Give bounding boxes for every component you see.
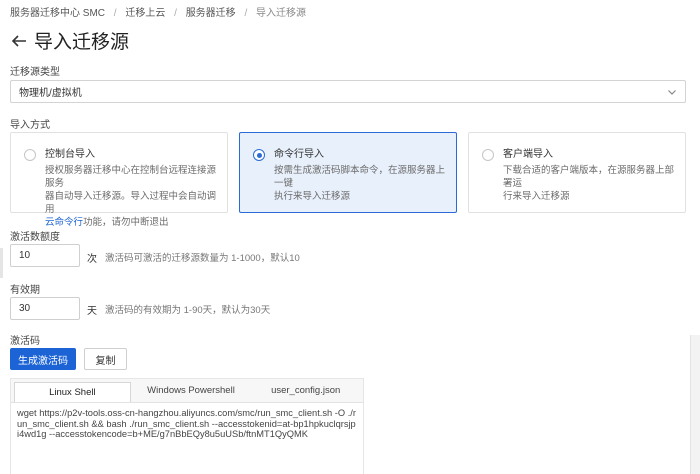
- validity-input[interactable]: [10, 297, 80, 320]
- chevron-down-icon: [667, 87, 677, 97]
- option-desc: 下载合适的客户端版本，在源服务器上部署运 行来导入迁移源: [503, 164, 675, 203]
- breadcrumb-separator: /: [113, 8, 117, 19]
- breadcrumb-separator: /: [244, 8, 248, 19]
- tab-linux-shell[interactable]: Linux Shell: [14, 382, 131, 402]
- command-text: wget https://p2v-tools.oss-cn-hangzhou.a…: [11, 403, 363, 474]
- tab-bar: Linux Shell Windows Powershell user_conf…: [11, 379, 363, 403]
- breadcrumb: 服务器迁移中心 SMC / 迁移上云 / 服务器迁移 / 导入迁移源: [10, 4, 306, 19]
- page-title: 导入迁移源: [34, 32, 130, 53]
- desc-line: 授权服务器迁移中心在控制台远程连接源服务: [45, 165, 217, 189]
- desc-line: 行来导入迁移源: [503, 191, 570, 202]
- breadcrumb-server-migration[interactable]: 服务器迁移: [186, 8, 236, 19]
- source-type-label: 迁移源类型: [10, 67, 60, 78]
- radio-client[interactable]: [482, 149, 494, 161]
- validity-label: 有效期: [10, 285, 40, 296]
- breadcrumb-separator: /: [174, 8, 177, 19]
- validity-unit: 天: [87, 306, 97, 317]
- generate-code-button[interactable]: 生成激活码: [10, 348, 76, 370]
- option-title: 客户端导入: [503, 149, 553, 160]
- radio-console[interactable]: [24, 149, 36, 161]
- quota-input[interactable]: [10, 244, 80, 267]
- radio-cli[interactable]: [253, 149, 265, 161]
- import-option-client[interactable]: 客户端导入 下载合适的客户端版本，在源服务器上部署运 行来导入迁移源: [468, 132, 686, 213]
- desc-line: 执行来导入迁移源: [274, 191, 351, 202]
- cloud-shell-link[interactable]: 云命令行: [45, 217, 83, 228]
- command-tabs: Linux Shell Windows Powershell user_conf…: [10, 378, 364, 474]
- breadcrumb-current: 导入迁移源: [256, 8, 307, 19]
- back-arrow-icon[interactable]: [10, 32, 28, 50]
- tab-user-config[interactable]: user_config.json: [248, 379, 363, 402]
- desc-line: 云命令行功能，请勿中断退出: [45, 216, 217, 229]
- breadcrumb-migrate-cloud[interactable]: 迁移上云: [125, 8, 165, 19]
- side-panel-handle[interactable]: [0, 248, 3, 278]
- quota-hint: 激活码可激活的迁移源数量为 1-1000，默认10: [105, 253, 300, 264]
- desc-line: 下载合适的客户端版本，在源服务器上部署运: [503, 165, 675, 189]
- option-title: 控制台导入: [45, 149, 95, 160]
- import-option-console[interactable]: 控制台导入 授权服务器迁移中心在控制台远程连接源服务 器自动导入迁移源。导入过程…: [10, 132, 228, 228]
- validity-hint: 激活码的有效期为 1-90天，默认为30天: [105, 305, 271, 316]
- option-desc: 授权服务器迁移中心在控制台远程连接源服务 器自动导入迁移源。导入过程中会自动调用…: [45, 164, 217, 229]
- desc-line-tail: 功能，请勿中断退出: [83, 217, 169, 228]
- quota-label: 激活数额度: [10, 232, 60, 243]
- option-title: 命令行导入: [274, 149, 324, 160]
- scrollbar[interactable]: [690, 335, 700, 474]
- option-desc: 按需生成激活码脚本命令，在源服务器上一键 执行来导入迁移源: [274, 164, 446, 203]
- title-row: 导入迁移源: [10, 27, 129, 54]
- import-method-label: 导入方式: [10, 120, 50, 131]
- desc-line: 器自动导入迁移源。导入过程中会自动调用: [45, 191, 217, 215]
- tab-windows-powershell[interactable]: Windows Powershell: [134, 379, 249, 402]
- breadcrumb-smc[interactable]: 服务器迁移中心 SMC: [10, 8, 105, 19]
- quota-unit: 次: [87, 254, 97, 265]
- source-type-select[interactable]: 物理机/虚拟机: [10, 80, 686, 103]
- import-option-cli[interactable]: 命令行导入 按需生成激活码脚本命令，在源服务器上一键 执行来导入迁移源: [239, 132, 457, 213]
- desc-line: 按需生成激活码脚本命令，在源服务器上一键: [274, 165, 446, 189]
- source-type-value: 物理机/虚拟机: [19, 88, 82, 99]
- copy-button[interactable]: 复制: [84, 348, 127, 370]
- activation-label: 激活码: [10, 336, 40, 347]
